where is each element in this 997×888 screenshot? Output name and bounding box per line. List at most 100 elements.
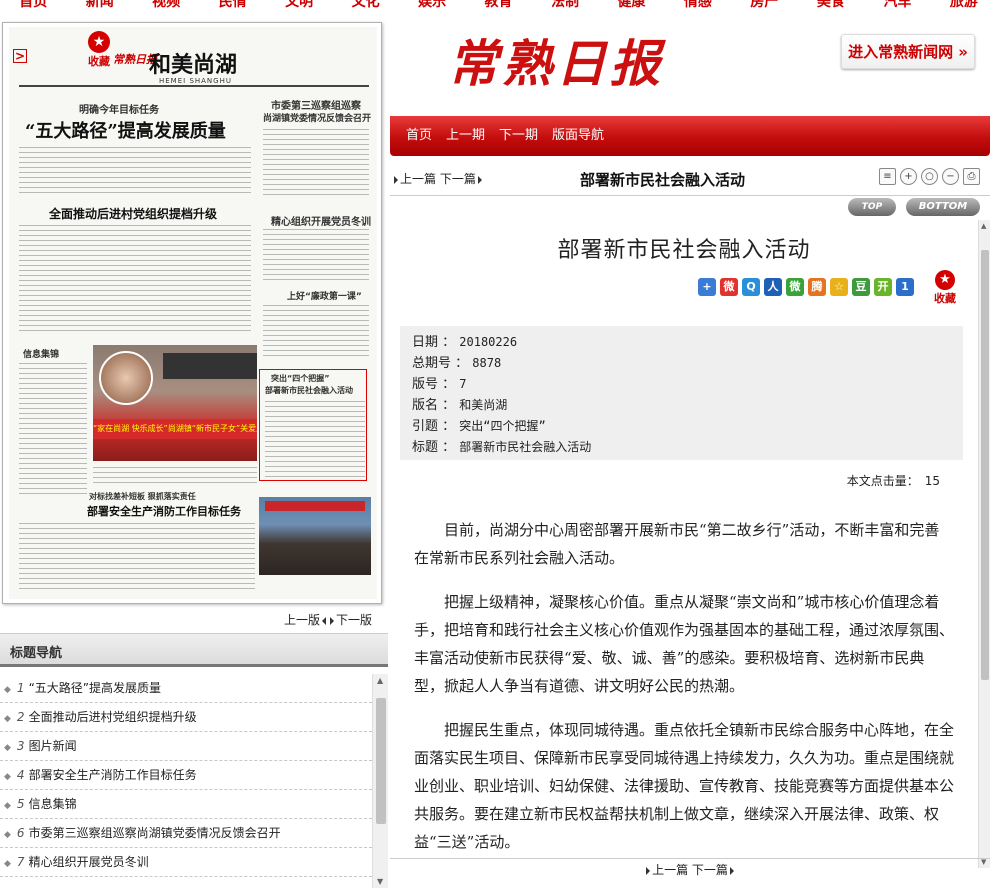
top-nav-item[interactable]: 教育 xyxy=(465,0,531,10)
text-column xyxy=(265,399,365,477)
title-nav-label: 图片新闻 xyxy=(28,739,77,753)
top-nav-item[interactable]: 新闻 xyxy=(66,0,132,10)
next-article-link[interactable]: 下一篇 xyxy=(440,172,476,186)
top-nav-item[interactable]: 民情 xyxy=(199,0,265,10)
prev-page-link[interactable]: 上一版 xyxy=(284,613,320,627)
share-plus-icon[interactable]: + xyxy=(698,278,716,296)
bottom-article-pager: 上一篇 下一篇 xyxy=(390,858,990,888)
scroll-thumb[interactable] xyxy=(981,250,989,680)
meta-value: 8878 xyxy=(472,356,502,370)
zoom-in-icon[interactable]: + xyxy=(900,168,917,185)
meta-row: 版名 ： 和美尚湖 xyxy=(412,395,951,416)
share-weibo-icon[interactable]: 微 xyxy=(720,278,738,296)
top-nav-item[interactable]: 健康 xyxy=(598,0,664,10)
top-nav-item[interactable]: 汽车 xyxy=(864,0,930,10)
share-qzone-icon[interactable]: Q xyxy=(742,278,760,296)
share-more-icon[interactable]: 1 xyxy=(896,278,914,296)
title-nav-number: 2 xyxy=(16,710,25,724)
building-roof xyxy=(163,353,257,379)
paper-headline[interactable]: 上好“廉政第一课” xyxy=(287,289,362,302)
news-photo[interactable] xyxy=(259,497,371,575)
paper-headline[interactable]: 精心组织开展党员冬训 xyxy=(271,213,371,228)
meta-separator: ： xyxy=(438,335,460,350)
text-column xyxy=(263,303,369,359)
paper-kicker: 对标找差补短板 狠抓落实责任 xyxy=(89,492,196,501)
scroll-up-icon[interactable]: ▲ xyxy=(981,222,986,230)
print-icon[interactable]: ⎙ xyxy=(963,168,980,185)
newspaper-page[interactable]: > ★ 收藏 常熟日报 和美尚湖 HEMEI SHANGHU 明确今年目标任务 … xyxy=(9,27,377,599)
prev-article-link[interactable]: 上一篇 xyxy=(400,172,436,186)
top-nav-item[interactable]: 视频 xyxy=(133,0,199,10)
top-nav-item[interactable]: 文化 xyxy=(332,0,398,10)
issue-nav-link[interactable]: 版面导航 xyxy=(552,116,604,156)
scroll-up-icon[interactable]: ▲ xyxy=(377,676,383,685)
top-nav-item[interactable]: 法制 xyxy=(532,0,598,10)
title-nav-item[interactable]: ◆ 6 市委第三巡察组巡察尚湖镇党委情况反馈会召开 xyxy=(0,819,372,848)
paper-headline[interactable]: 部署安全生产消防工作目标任务 xyxy=(87,503,241,519)
arrow-icon[interactable]: > xyxy=(13,49,27,63)
text-column xyxy=(19,361,87,495)
title-nav-item[interactable]: ◆ 3 图片新闻 xyxy=(0,732,372,761)
share-renren-icon[interactable]: 人 xyxy=(764,278,782,296)
news-photo[interactable]: “家在尚湖 快乐成长”尚湖镇“新市民子女”关爱主题活动 xyxy=(93,345,257,461)
scroll-bottom-button[interactable]: BOTTOM xyxy=(906,198,980,216)
top-nav-item[interactable]: 房产 xyxy=(731,0,797,10)
prev-article-link[interactable]: 上一篇 xyxy=(652,863,688,877)
title-nav-item[interactable]: ◆ 4 部署安全生产消防工作目标任务 xyxy=(0,761,372,790)
newspaper-page-thumbnail[interactable]: > ★ 收藏 常熟日报 和美尚湖 HEMEI SHANGHU 明确今年目标任务 … xyxy=(2,22,382,604)
share-star-icon[interactable]: ☆ xyxy=(830,278,848,296)
title-nav-scrollbar[interactable]: ▲ ▼ xyxy=(372,674,388,888)
paper-headline[interactable]: 信息集锦 xyxy=(23,347,59,360)
article-scrollbar[interactable]: ▲ ▼ xyxy=(978,220,990,868)
issue-nav-link[interactable]: 下一期 xyxy=(499,116,538,156)
title-nav-item[interactable]: ◆ 7 精心组织开展党员冬训 xyxy=(0,848,372,877)
paper-headline[interactable]: 尚湖镇党委情况反馈会召开 xyxy=(263,111,371,124)
zoom-reset-icon[interactable]: ○ xyxy=(921,168,938,185)
paper-headline[interactable]: “五大路径”提高发展质量 xyxy=(25,117,226,143)
share-wechat-icon[interactable]: 微 xyxy=(786,278,804,296)
title-nav-heading: 标题导航 xyxy=(10,646,63,661)
scroll-down-icon[interactable]: ▼ xyxy=(377,877,383,886)
divider xyxy=(19,85,369,87)
title-nav-item[interactable]: ◆ 5 信息集锦 xyxy=(0,790,372,819)
meta-row: 总期号 ： 8878 xyxy=(412,353,951,374)
meta-separator: ： xyxy=(438,419,460,434)
scroll-thumb[interactable] xyxy=(376,698,386,824)
top-nav-item[interactable]: 文明 xyxy=(266,0,332,10)
top-nav-item[interactable]: 美食 xyxy=(798,0,864,10)
issue-nav-link[interactable]: 上一期 xyxy=(446,116,485,156)
zoom-out-icon[interactable]: − xyxy=(942,168,959,185)
share-kaixin-icon[interactable]: 开 xyxy=(874,278,892,296)
photo-banner: “家在尚湖 快乐成长”尚湖镇“新市民子女”关爱主题活动 xyxy=(93,419,257,439)
top-nav-item[interactable]: 旅游 xyxy=(931,0,997,10)
collect-label: 收藏 xyxy=(88,55,110,68)
title-nav-item[interactable]: ◆ 1 “五大路径”提高发展质量 xyxy=(0,674,372,703)
title-nav-label: 精心组织开展党员冬训 xyxy=(28,855,149,869)
click-count-value: 15 xyxy=(924,474,940,488)
newspaper-logo[interactable]: 常熟日报 xyxy=(448,24,664,96)
share-tencent-icon[interactable]: 腾 xyxy=(808,278,826,296)
title-nav-item[interactable]: ◆ 2 全面推动后进村党组织提档升级 xyxy=(0,703,372,732)
paper-section-pinyin: HEMEI SHANGHU xyxy=(159,77,232,85)
meta-separator: ： xyxy=(451,356,473,371)
share-douban-icon[interactable]: 豆 xyxy=(852,278,870,296)
right-arrow-icon xyxy=(729,866,734,875)
paper-headline[interactable]: 部署新市民社会融入活动 xyxy=(265,385,353,396)
scroll-top-button[interactable]: TOP xyxy=(848,198,896,216)
next-page-link[interactable]: 下一版 xyxy=(336,613,372,627)
next-article-link[interactable]: 下一篇 xyxy=(692,863,728,877)
top-nav-item[interactable]: 娱乐 xyxy=(399,0,465,10)
top-nav-item[interactable]: 情感 xyxy=(665,0,731,10)
top-nav: 首页 新闻 视频 民情 文明 文化 娱乐 教育 法制 健康 情感 房产 美食 汽车 旅游 xyxy=(0,0,997,10)
issue-nav-link[interactable]: 首页 xyxy=(406,116,432,156)
top-nav-item[interactable]: 首页 xyxy=(0,0,66,10)
toolbar-article-title: 部署新市民社会融入活动 xyxy=(580,171,746,189)
title-nav-label: 信息集锦 xyxy=(28,797,77,811)
collect-badge[interactable]: ★ 收藏 xyxy=(81,31,117,69)
collect-button[interactable]: ★ 收藏 xyxy=(930,270,960,306)
paper-headline[interactable]: 全面推动后进村党组织提档升级 xyxy=(49,205,217,222)
enter-news-site-button[interactable]: 进入常熟新闻网 » xyxy=(841,34,975,69)
right-column: 常熟日报 进入常熟新闻网 » 首页 上一期 下一期 版面导航 上一篇 下一篇 部署新市… xyxy=(390,10,997,888)
text-column xyxy=(263,127,369,197)
document-icon[interactable]: ≡ xyxy=(879,168,896,185)
